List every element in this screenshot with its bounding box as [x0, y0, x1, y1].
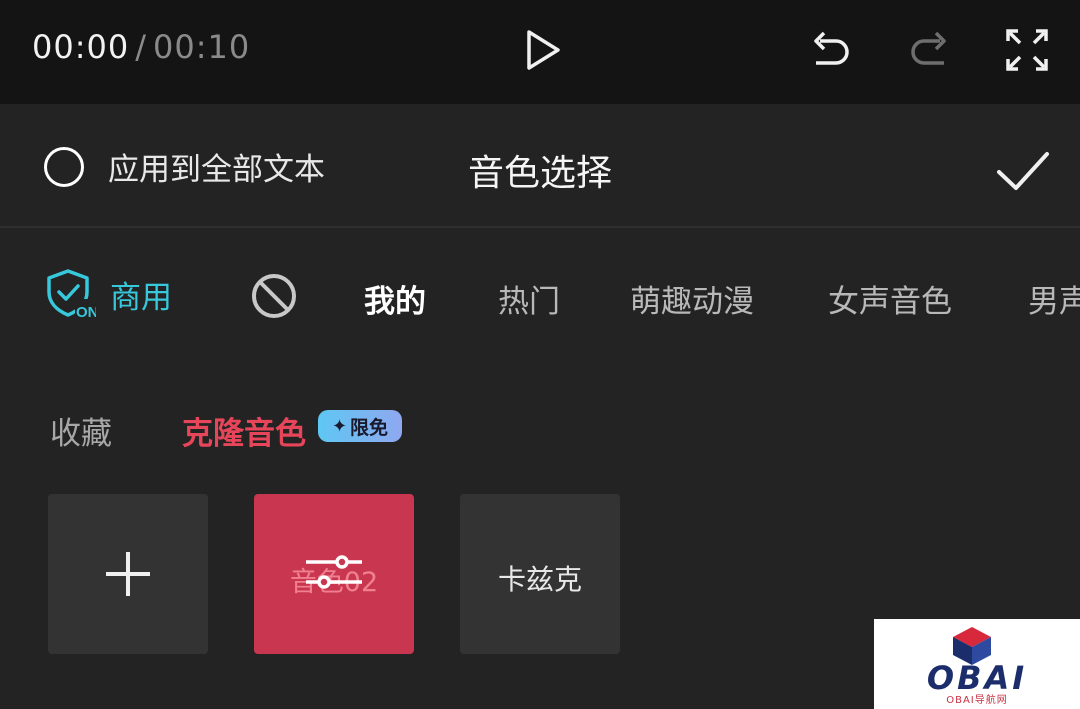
subtab-clone[interactable]: 克隆音色: [182, 408, 306, 453]
subtab-favorites[interactable]: 收藏: [50, 408, 112, 453]
tab-popular[interactable]: 热门: [498, 276, 560, 321]
tab-commercial[interactable]: ON 商用: [44, 268, 172, 320]
playback-time: 00:00/00:10: [32, 28, 250, 66]
ban-icon[interactable]: [250, 272, 298, 320]
sparkle-icon: ✦: [331, 415, 348, 437]
tab-mine[interactable]: 我的: [364, 276, 426, 321]
voice-card[interactable]: 卡兹克: [460, 494, 620, 654]
fullscreen-icon[interactable]: [1004, 27, 1050, 73]
total-time: 00:10: [153, 28, 251, 66]
plus-icon: [106, 552, 150, 596]
svg-text:ON: ON: [76, 304, 96, 320]
confirm-check-icon[interactable]: [994, 142, 1052, 200]
free-badge: ✦ 限免: [318, 410, 402, 442]
tab-anime[interactable]: 萌趣动漫: [630, 276, 754, 321]
time-separator: /: [135, 28, 147, 66]
watermark-logo: OBAI OBAI导航网: [874, 619, 1080, 709]
voice-name: 卡兹克: [497, 563, 582, 596]
player-toolbar: 00:00/00:10: [0, 0, 1080, 104]
add-voice-button[interactable]: [48, 494, 208, 654]
sub-tabs: 收藏 克隆音色 ✦ 限免: [0, 400, 1080, 460]
category-tabs: ON 商用 我的 热门 萌趣动漫 女声音色 男声: [0, 254, 1080, 338]
tab-commercial-label: 商用: [110, 279, 172, 316]
play-icon[interactable]: [520, 27, 566, 73]
undo-icon[interactable]: [808, 27, 854, 73]
adjust-sliders-icon[interactable]: [304, 550, 364, 594]
free-badge-label: 限免: [350, 416, 389, 439]
page-title: 音色选择: [467, 153, 612, 194]
redo-icon[interactable]: [906, 27, 952, 73]
clone-voice-card[interactable]: 音色02: [254, 494, 414, 654]
current-time: 00:00: [32, 28, 130, 66]
watermark-subtitle: OBAI导航网: [946, 695, 1008, 706]
tab-male[interactable]: 男声: [1028, 276, 1080, 321]
voice-select-header: 应用到全部文本 音色选择: [0, 104, 1080, 228]
shield-on-icon: ON: [47, 269, 96, 320]
tab-female[interactable]: 女声音色: [828, 276, 952, 321]
